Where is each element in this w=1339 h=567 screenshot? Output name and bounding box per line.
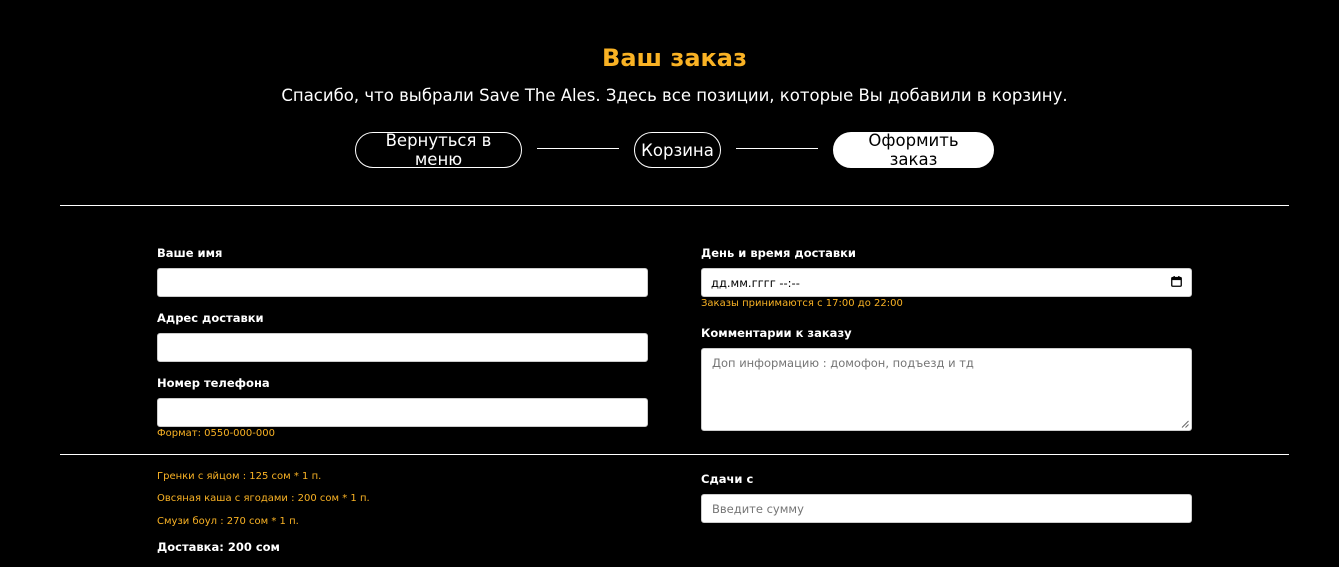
step-connector: [736, 148, 818, 149]
comment-textarea[interactable]: Доп информацию : домофон, подъезд и тд: [701, 348, 1192, 431]
resize-grip-icon[interactable]: [1181, 420, 1189, 428]
comment-placeholder: Доп информацию : домофон, подъезд и тд: [712, 356, 974, 370]
datetime-label: День и время доставки: [701, 246, 856, 260]
name-label: Ваше имя: [157, 246, 223, 260]
name-input[interactable]: [157, 268, 648, 297]
datetime-input[interactable]: дд.мм.гггг --:--: [701, 268, 1192, 297]
delivery-hours-hint: Заказы принимаются с 17:00 до 22:00: [701, 298, 903, 309]
phone-label: Номер телефона: [157, 376, 270, 390]
delivery-cost: Доставка: 200 сом: [157, 540, 280, 554]
checkout-button[interactable]: Оформить заказ: [833, 131, 994, 169]
cart-button[interactable]: Корзина: [634, 132, 721, 168]
change-amount-input[interactable]: Введите сумму: [701, 494, 1192, 523]
page-subtitle: Спасибо, что выбрали Save The Ales. Здес…: [281, 86, 1068, 105]
order-item: Овсяная каша с ягодами : 200 сом * 1 п.: [157, 493, 370, 504]
order-item: Смузи боул : 270 сом * 1 п.: [157, 516, 299, 527]
phone-format-hint: Формат: 0550-000-000: [157, 428, 275, 439]
back-to-menu-button[interactable]: Вернуться в меню: [355, 131, 522, 169]
address-input[interactable]: [157, 333, 648, 362]
change-amount-placeholder: Введите сумму: [712, 502, 804, 516]
divider: [60, 454, 1289, 455]
comment-label: Комментарии к заказу: [701, 326, 852, 340]
phone-input[interactable]: [157, 398, 648, 427]
datetime-input-value: дд.мм.гггг --:--: [711, 276, 800, 290]
divider: [60, 205, 1289, 206]
change-label: Сдачи с: [701, 472, 754, 486]
order-item: Гренки с яйцом : 125 сом * 1 п.: [157, 471, 322, 482]
step-connector: [537, 148, 619, 149]
checkout-steps: Вернуться в меню Корзина Оформить заказ: [0, 131, 1339, 169]
address-label: Адрес доставки: [157, 311, 264, 325]
calendar-icon[interactable]: [1171, 276, 1182, 287]
page-title: Ваш заказ: [602, 44, 747, 72]
